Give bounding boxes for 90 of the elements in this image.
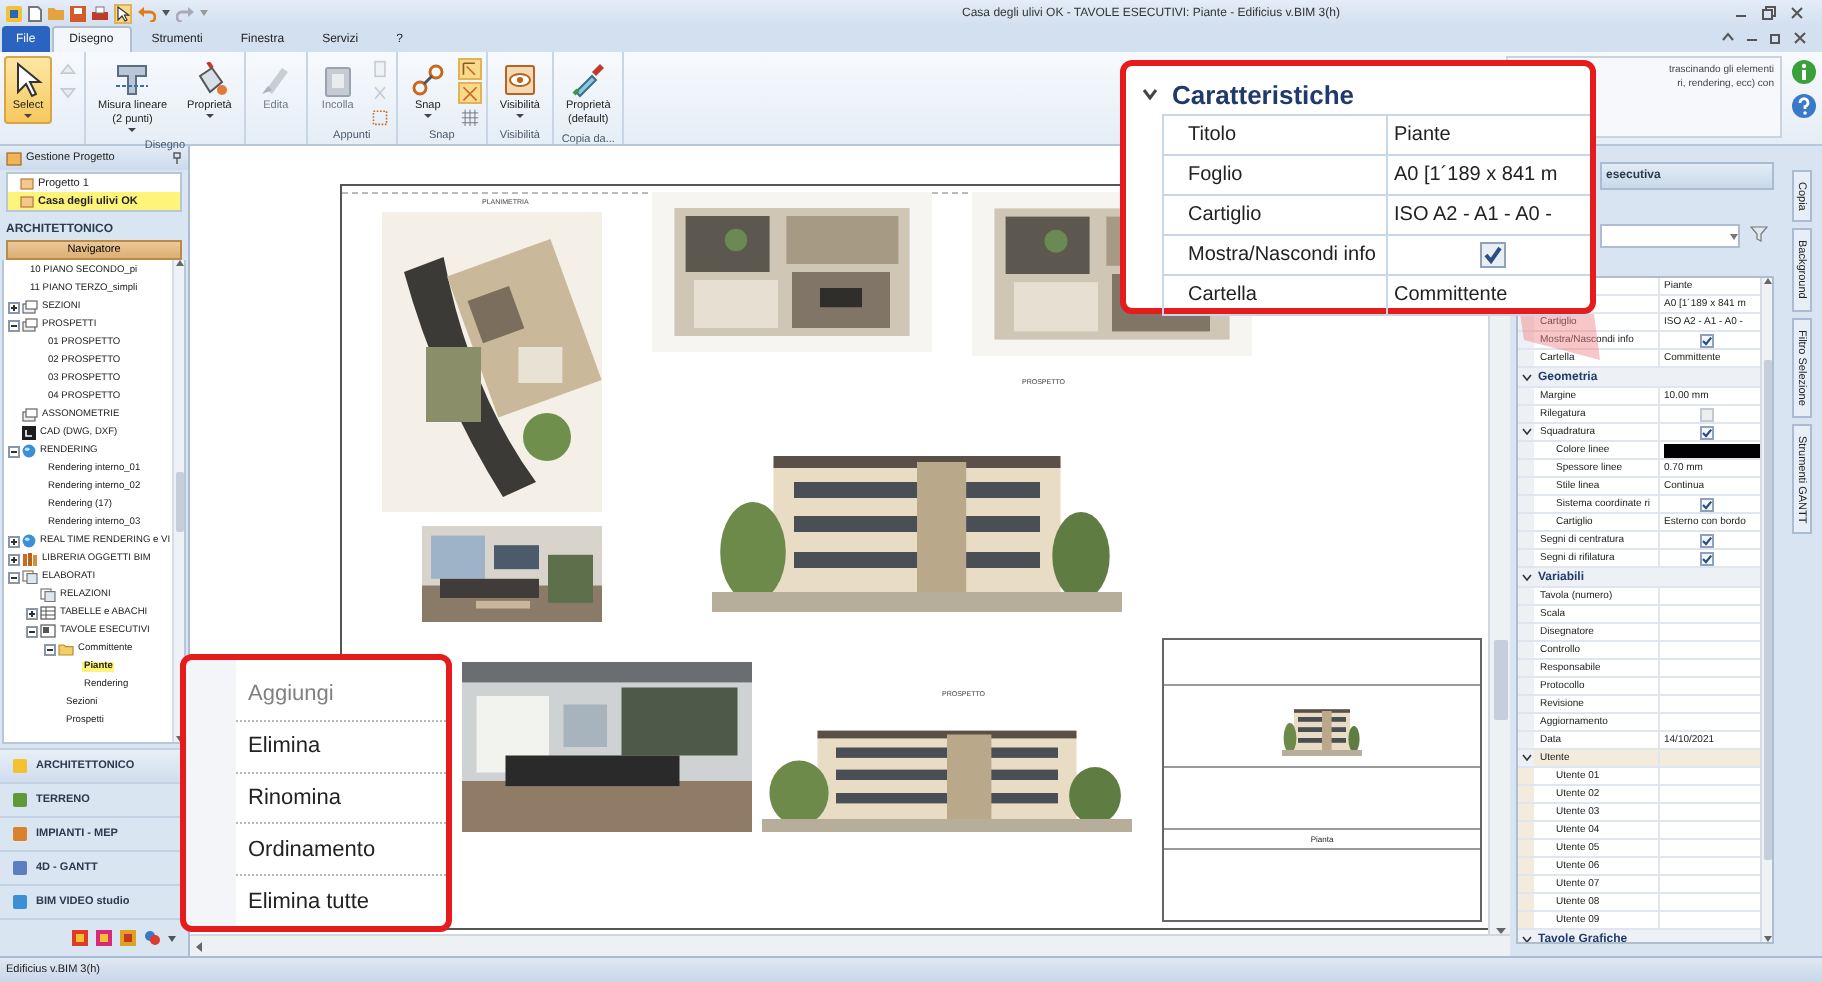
restore-icon [1762, 6, 1776, 20]
toolbar-icon[interactable] [367, 106, 392, 128]
pin-icon [172, 152, 182, 164]
globe-icon [22, 444, 36, 458]
property-value: Committente [1394, 284, 1508, 306]
expand-icon[interactable] [8, 553, 20, 565]
property-value: Piante [1394, 124, 1451, 146]
collapse-icon[interactable] [8, 319, 20, 331]
scroll-up-icon [1763, 278, 1771, 284]
scrollbar-thumb[interactable] [175, 471, 183, 531]
checkbox[interactable] [1700, 497, 1714, 511]
callout-title: Caratteristiche [1172, 79, 1355, 109]
expand-icon[interactable] [8, 535, 20, 547]
table-icon [40, 606, 56, 620]
collapse-icon[interactable] [26, 625, 38, 637]
eye-icon [501, 62, 538, 98]
checkbox[interactable] [1700, 425, 1714, 439]
collapse-icon[interactable] [44, 643, 56, 655]
property-value: A0 [1´189 x 841 m [1394, 164, 1558, 186]
documents-icon [40, 588, 56, 602]
caret-icon [168, 935, 176, 941]
color-swatch[interactable] [1664, 443, 1760, 457]
property-name: Mostra/Nascondi info [1188, 244, 1376, 266]
menu-item[interactable]: Elimina [236, 721, 446, 774]
property-name: Foglio [1188, 164, 1243, 186]
new-file-icon [28, 5, 42, 21]
property-name: Cartella [1188, 284, 1257, 306]
folder-icon [48, 6, 64, 20]
snap-icon [409, 62, 446, 98]
app-icon [6, 5, 22, 21]
measure-icon [114, 62, 151, 98]
module-icon [12, 792, 28, 808]
caret-icon [1730, 233, 1738, 239]
expand-icon[interactable] [26, 607, 38, 619]
eyedropper-icon [570, 62, 607, 98]
collapse-icon[interactable] [8, 445, 20, 457]
chevron-down-icon[interactable] [1521, 428, 1531, 436]
expand-icon[interactable] [8, 301, 20, 313]
print-icon [92, 5, 108, 21]
folder-icon [58, 642, 74, 656]
module-icon [12, 894, 28, 910]
documents-icon [22, 570, 38, 584]
scroll-left-icon [196, 941, 202, 951]
save-icon [70, 5, 86, 21]
module-icon [12, 826, 28, 842]
toolbar-icon[interactable] [457, 82, 482, 104]
caret-icon [200, 10, 208, 16]
checkbox[interactable] [1700, 533, 1714, 547]
filter-icon [1750, 226, 1768, 242]
info-icon [1792, 60, 1816, 84]
checkbox[interactable] [1479, 242, 1505, 268]
close-icon [1790, 6, 1804, 20]
chevron-down-icon[interactable] [1142, 88, 1158, 100]
books-icon [22, 552, 38, 566]
module-icon [12, 758, 28, 774]
property-name: Cartiglio [1188, 204, 1262, 226]
sheet-icon [40, 624, 56, 638]
menu-item[interactable]: Elimina tutte [236, 876, 446, 926]
help-icon [1792, 94, 1816, 118]
module-icon [12, 860, 28, 876]
chevron-down-icon[interactable] [1522, 935, 1532, 942]
cursor-icon [12, 62, 44, 98]
scrollbar-thumb[interactable] [1493, 640, 1507, 720]
plugins-icon [144, 930, 160, 946]
menu-item[interactable]: Rinomina [236, 773, 446, 825]
close-icon [1794, 31, 1806, 43]
redo-icon [176, 5, 194, 21]
clipboard-icon [319, 62, 356, 98]
scrollbar-thumb[interactable] [1763, 360, 1771, 860]
property-value: ISO A2 - A1 - A0 - [1394, 204, 1552, 226]
globe-icon [22, 534, 36, 548]
checkbox[interactable] [1700, 333, 1714, 347]
toolbar-icon[interactable] [457, 106, 482, 128]
sheets-icon [22, 408, 38, 422]
chevron-down-icon[interactable] [1522, 373, 1532, 381]
property-name: Titolo [1188, 124, 1237, 146]
undo-icon [138, 5, 156, 21]
cursor-icon [116, 5, 130, 21]
collapse-icon[interactable] [8, 571, 20, 583]
toolbar-icon[interactable] [457, 58, 482, 80]
collapse-ribbon-icon [1722, 31, 1734, 41]
restore-icon [1770, 31, 1782, 43]
caret-icon [162, 10, 170, 16]
scroll-down-icon [1763, 936, 1771, 942]
chevron-down-icon[interactable] [1521, 754, 1531, 762]
checkbox[interactable] [1700, 551, 1714, 565]
brush-icon [257, 62, 294, 98]
cad-icon [22, 426, 36, 440]
menu-item[interactable]: Ordinamento [236, 824, 446, 877]
chevron-down-icon[interactable] [1522, 573, 1532, 581]
